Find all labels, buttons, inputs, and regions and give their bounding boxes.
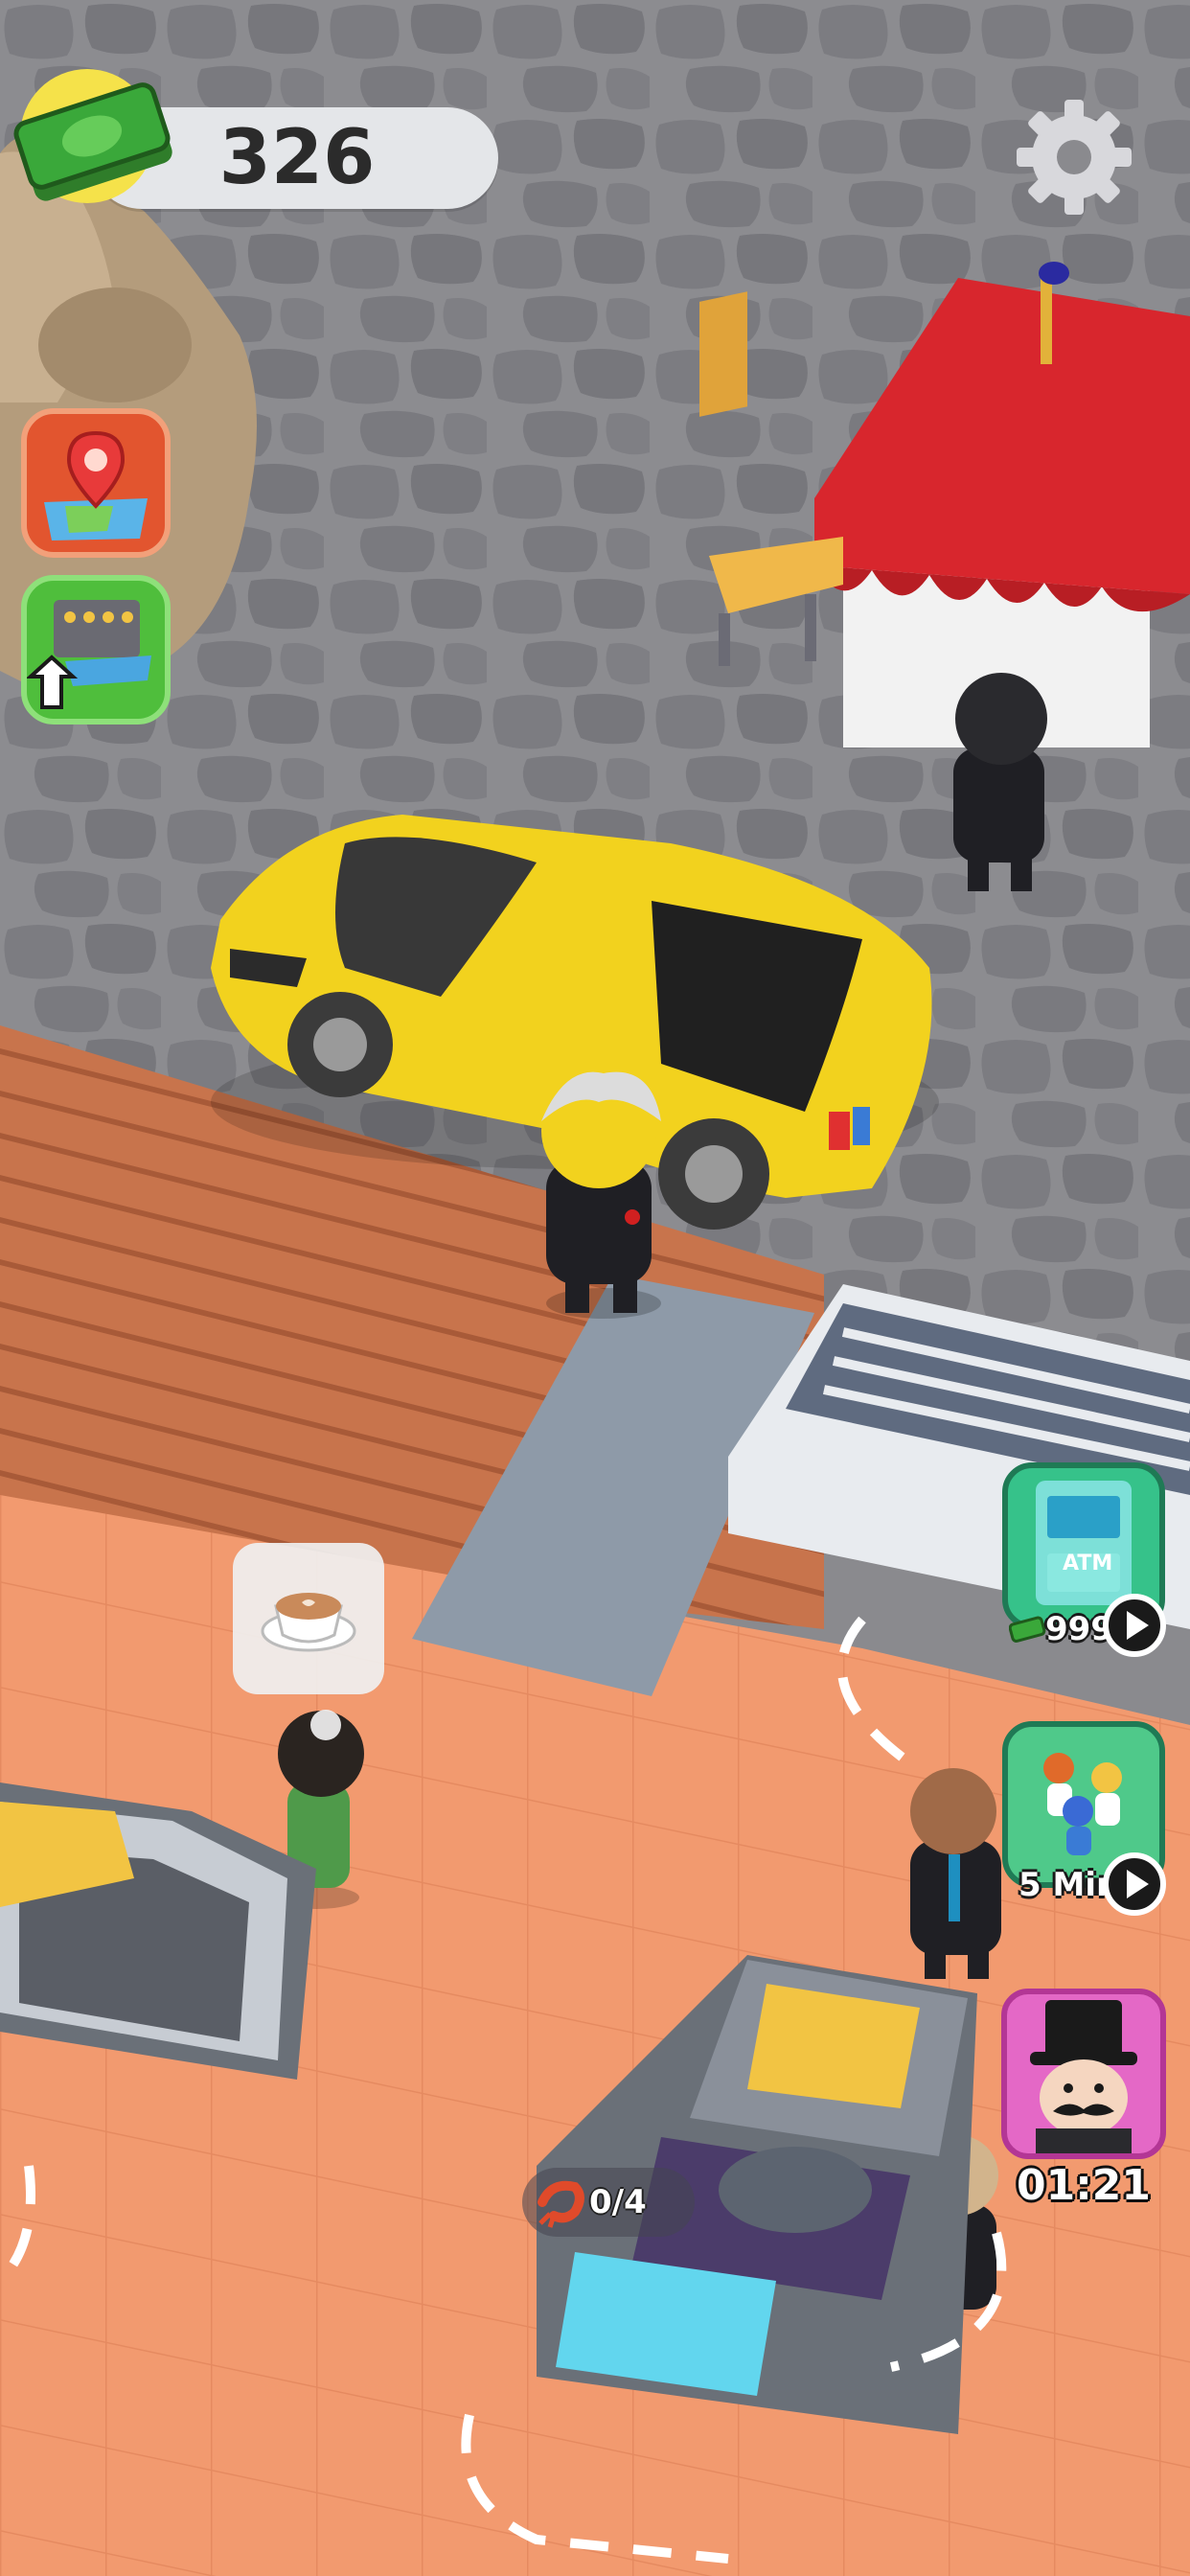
station-progress-text: 0/4 xyxy=(589,2183,647,2221)
waiter-character xyxy=(910,1768,1001,1979)
atm-reward-button[interactable]: ATM 999 xyxy=(1001,1461,1166,1657)
bubble-tail xyxy=(310,1710,341,1740)
shrimp-icon xyxy=(538,2180,584,2228)
play-icon xyxy=(1103,1852,1166,1916)
map-button[interactable] xyxy=(21,408,171,558)
upgrade-arrow-icon xyxy=(25,600,151,709)
atm-screen-label: ATM xyxy=(1063,1552,1113,1576)
gear-icon xyxy=(1017,100,1132,215)
order-bubble xyxy=(233,1543,384,1694)
settings-button[interactable] xyxy=(1011,94,1137,220)
cash-stack-icon xyxy=(13,69,172,203)
vip-customer-button[interactable] xyxy=(1001,1989,1166,2159)
cash-amount: 326 xyxy=(218,115,376,201)
cash-small-icon xyxy=(1009,1616,1046,1643)
top-hat-customer-icon xyxy=(1030,2000,1137,2153)
upgrade-button[interactable] xyxy=(21,575,171,724)
staff-boost-button[interactable]: 5 Min xyxy=(1001,1720,1166,1916)
vip-timer: 01:21 xyxy=(1016,2161,1152,2210)
coffee-cup-icon xyxy=(261,1593,356,1652)
map-pin-icon xyxy=(44,430,148,540)
play-icon xyxy=(1103,1594,1166,1657)
